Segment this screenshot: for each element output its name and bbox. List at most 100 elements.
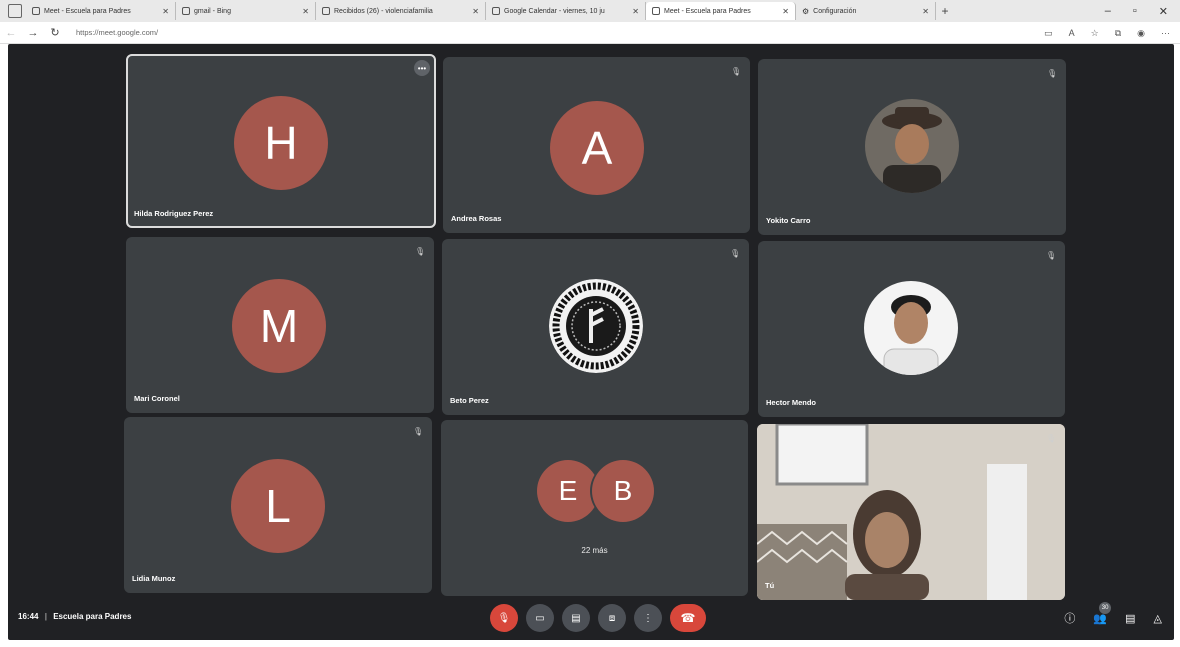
participant-name: Yokito Carro: [766, 216, 811, 225]
avatar: E: [537, 460, 599, 522]
close-icon[interactable]: ✕: [782, 7, 789, 16]
meet-favicon-icon: [652, 7, 660, 15]
avatar-photo: [865, 99, 959, 193]
participant-name: Hector Mendo: [766, 398, 817, 407]
tab-actions-icon[interactable]: [8, 4, 22, 18]
more-vert-icon: ⋮: [643, 612, 653, 624]
meet-stage: ••• H Hilda Rodriguez Perez 🎙 A Andrea R…: [8, 44, 1174, 640]
self-video-feed: [757, 424, 1065, 600]
participant-tile[interactable]: 🎙 Hector Mendo: [758, 241, 1065, 417]
people-icon: 👥: [1093, 612, 1108, 625]
avatar: L: [231, 459, 325, 553]
meeting-title: Escuela para Padres: [53, 612, 132, 621]
mic-off-icon: 🎙: [413, 427, 424, 436]
self-video-tile[interactable]: 🎙 Tú: [757, 424, 1065, 600]
avatar-photo: [864, 281, 958, 375]
back-icon[interactable]: ←: [0, 27, 22, 39]
profile-icon[interactable]: ◉: [1137, 28, 1145, 39]
more-options-button[interactable]: ⋮: [634, 604, 662, 632]
more-participants-count: 22 más: [581, 546, 608, 555]
address-bar-actions: ▭ A ☆ ⧉ ◉ ···: [1044, 22, 1170, 44]
forward-icon[interactable]: →: [22, 27, 44, 39]
close-icon[interactable]: ✕: [632, 7, 639, 16]
captions-button[interactable]: ▤: [562, 604, 590, 632]
address-bar: ← → ↻ https://meet.google.com/ ▭ A ☆ ⧉ ◉…: [0, 22, 1180, 44]
window-controls: – ▫ ✕: [1105, 0, 1180, 22]
mic-off-icon: 🎙: [731, 67, 742, 76]
mic-off-icon: 🎙: [1046, 434, 1057, 443]
participant-tile[interactable]: 🎙 M Mari Coronel: [126, 237, 434, 413]
gear-icon: ⚙: [802, 6, 810, 16]
mic-off-icon: 🎙: [1047, 69, 1058, 78]
close-icon[interactable]: ✕: [922, 7, 929, 16]
participant-tile[interactable]: 🎙 A Andrea Rosas: [443, 57, 750, 233]
meet-favicon-icon: [32, 7, 40, 15]
participant-name: Lidia Munoz: [132, 574, 176, 583]
close-icon[interactable]: ✕: [302, 7, 309, 16]
participants-count-badge: 30: [1099, 601, 1112, 614]
side-panel-controls: ⓘ 👥 30 ▤ ◬: [1064, 601, 1162, 626]
tab-label: Meet - Escuela para Padres: [664, 7, 751, 15]
mic-off-icon: 🎙: [415, 247, 426, 256]
tab-label: Google Calendar - viernes, 10 ju: [504, 7, 605, 15]
browser-tab[interactable]: ⚙ Configuración ✕: [796, 2, 936, 20]
separator: |: [44, 612, 47, 621]
call-controls: 🎙 ▭ ▤ ⧈ ⋮ ☎: [490, 604, 706, 632]
activities-icon[interactable]: ◬: [1154, 612, 1162, 625]
meet-control-bar: 16:44 | Escuela para Padres 🎙 ▭ ▤ ⧈ ⋮ ☎ …: [8, 596, 1174, 640]
browser-tab[interactable]: Google Calendar - viernes, 10 ju ✕: [486, 2, 646, 20]
url-field[interactable]: https://meet.google.com/: [76, 28, 158, 37]
meeting-details-icon[interactable]: ⓘ: [1064, 610, 1075, 626]
participant-name: Andrea Rosas: [451, 214, 502, 223]
participant-tile[interactable]: 🎙 Beto Perez: [442, 239, 749, 415]
tab-label: Configuración: [813, 7, 857, 15]
video-camera-icon: ▭: [535, 612, 545, 624]
more-options-icon[interactable]: •••: [414, 60, 430, 76]
avatar: A: [550, 101, 644, 195]
browser-tab[interactable]: gmail - Bing ✕: [176, 2, 316, 20]
mic-off-icon: 🎙: [497, 612, 511, 624]
minimize-icon[interactable]: –: [1105, 5, 1111, 17]
close-icon[interactable]: ✕: [472, 7, 479, 16]
participant-tile[interactable]: 🎙 Yokito Carro: [758, 59, 1066, 235]
read-aloud-icon[interactable]: A: [1069, 28, 1075, 38]
close-icon[interactable]: ✕: [162, 7, 169, 16]
camera-toggle-button[interactable]: ▭: [526, 604, 554, 632]
rune-emblem-avatar: [549, 279, 643, 373]
close-window-icon[interactable]: ✕: [1159, 5, 1168, 18]
mic-off-icon: 🎙: [1046, 251, 1057, 260]
participants-button[interactable]: 👥 30: [1093, 601, 1112, 625]
tab-label: Recibidos (26) - violenciafamilia: [334, 7, 433, 15]
more-menu-icon[interactable]: ···: [1161, 28, 1170, 38]
present-screen-button[interactable]: ⧈: [598, 604, 626, 632]
calendar-favicon-icon: [492, 7, 500, 15]
bing-favicon-icon: [182, 7, 190, 15]
overflow-participants-tile[interactable]: E B 22 más: [441, 420, 748, 596]
browser-tab[interactable]: Recibidos (26) - violenciafamilia ✕: [316, 2, 486, 20]
avatar: M: [232, 279, 326, 373]
avatar: B: [592, 460, 654, 522]
leave-call-button[interactable]: ☎: [670, 604, 706, 632]
maximize-icon[interactable]: ▫: [1133, 5, 1137, 17]
avatar: H: [234, 96, 328, 190]
participant-tile[interactable]: 🎙 L Lidia Munoz: [124, 417, 432, 593]
new-tab-button[interactable]: +: [936, 4, 954, 18]
chat-icon[interactable]: ▤: [1125, 612, 1135, 625]
favorite-star-icon[interactable]: ☆: [1091, 28, 1099, 39]
meeting-info: 16:44 | Escuela para Padres: [18, 612, 131, 621]
microphone-toggle-button[interactable]: 🎙: [490, 604, 518, 632]
reload-icon[interactable]: ↻: [44, 26, 66, 39]
collections-icon[interactable]: ⧉: [1115, 28, 1121, 39]
tab-label: Meet - Escuela para Padres: [44, 7, 131, 15]
mail-favicon-icon: [322, 7, 330, 15]
tab-label: gmail - Bing: [194, 7, 231, 15]
captions-icon: ▤: [571, 612, 581, 624]
camera-icon[interactable]: ▭: [1044, 28, 1053, 39]
mic-off-icon: 🎙: [730, 249, 741, 258]
browser-tab-active[interactable]: Meet - Escuela para Padres ✕: [646, 2, 796, 20]
phone-hangup-icon: ☎: [680, 611, 696, 625]
participant-name: Hilda Rodriguez Perez: [134, 209, 214, 218]
participant-tile[interactable]: ••• H Hilda Rodriguez Perez: [126, 54, 436, 228]
participant-name: Tú: [765, 581, 775, 590]
browser-tab[interactable]: Meet - Escuela para Padres ✕: [26, 2, 176, 20]
